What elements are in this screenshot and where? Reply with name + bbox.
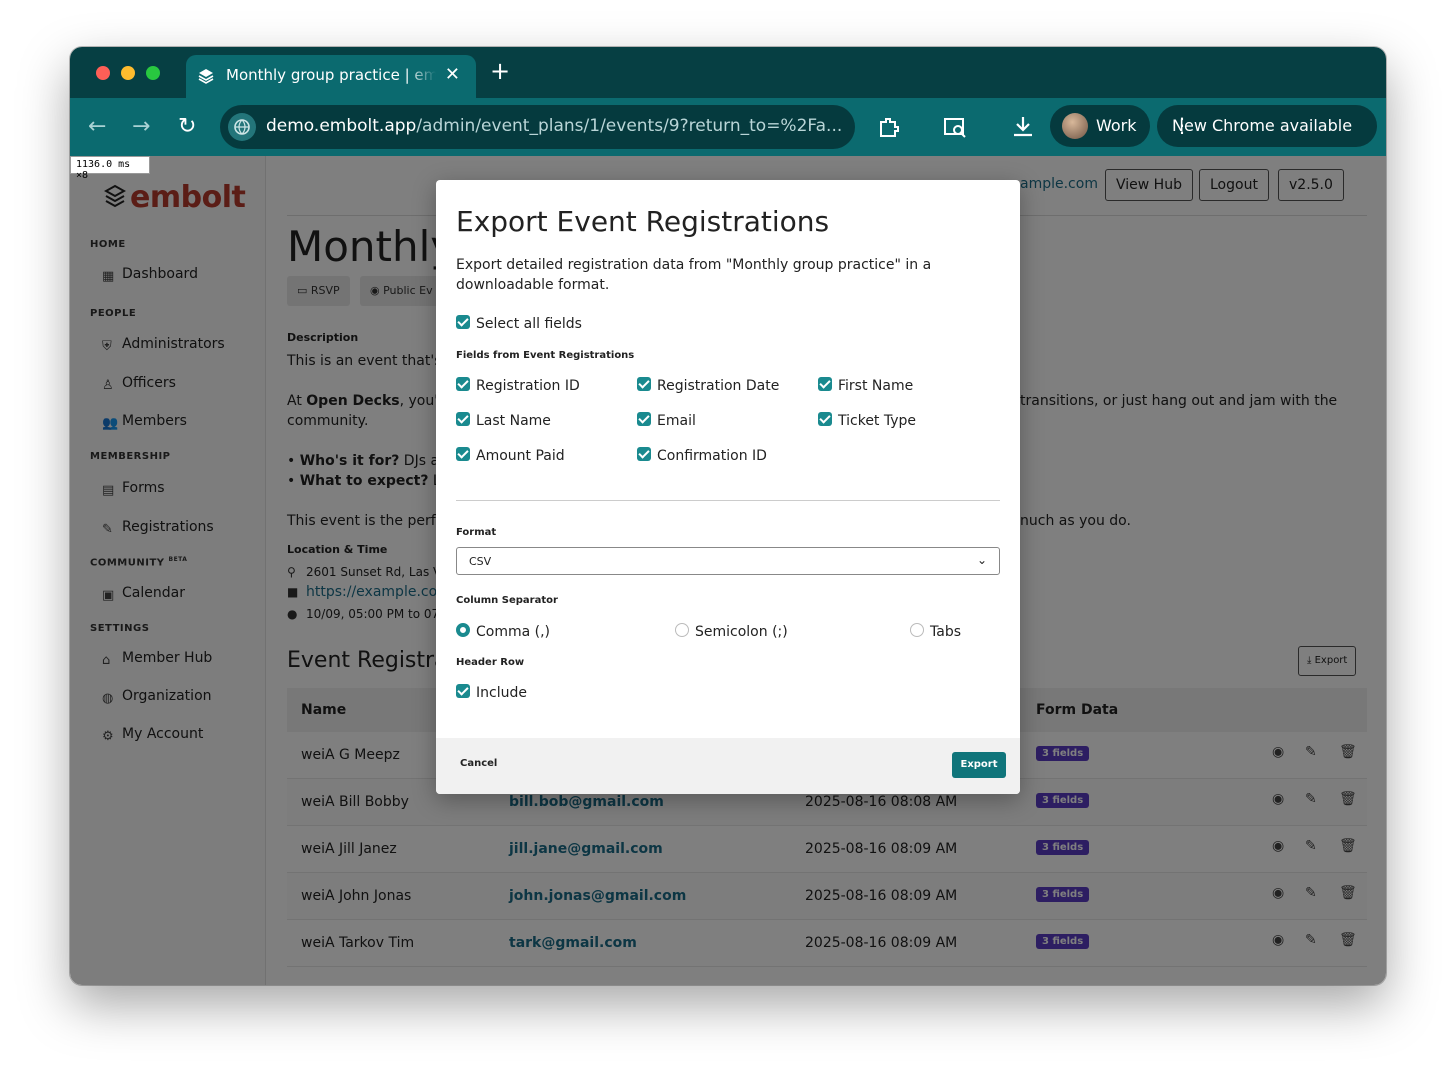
search-page-icon[interactable] [942,114,968,140]
header-row-label: Header Row [456,657,525,668]
semicolon-label: Semicolon (;) [695,624,788,640]
tab-title: Monthly group practice | embolt [226,66,436,84]
new-tab-button[interactable]: + [490,57,510,85]
dialog-description: Export detailed registration data from "… [456,257,932,293]
include-label: Include [476,685,527,701]
format-select[interactable]: CSV ⌄ [456,547,1000,575]
extension-icon[interactable] [876,114,902,140]
tabs-label: Tabs [930,624,961,640]
divider [456,500,1000,501]
field-checkbox[interactable] [818,412,832,426]
field-checkbox[interactable] [456,447,470,461]
select-all-label: Select all fields [476,316,582,332]
field-label: First Name [838,378,914,394]
url-text: demo.embolt.app/admin/event_plans/1/even… [266,116,842,136]
format-value: CSV [469,555,492,568]
select-all-checkbox[interactable] [456,315,470,329]
minimize-window-button[interactable] [121,66,135,80]
url-path: /admin/event_plans/1/events/9?return_to=… [416,116,843,136]
field-label: Email [657,413,696,429]
format-label: Format [456,527,497,538]
comma-label: Comma (,) [476,624,551,640]
address-bar[interactable]: demo.embolt.app/admin/event_plans/1/even… [220,105,855,149]
profile-label: Work [1096,116,1137,135]
field-checkbox[interactable] [637,377,651,391]
field-label: Registration ID [476,378,580,394]
menu-dots-icon[interactable]: ⋮ [1172,113,1363,137]
back-icon[interactable]: ← [88,114,106,139]
browser-window: Monthly group practice | embolt ✕ + ← → … [70,47,1386,985]
field-checkbox[interactable] [637,447,651,461]
chevron-down-icon: ⌄ [976,553,987,567]
dialog-footer: Cancel Export [436,738,1020,794]
field-checkbox[interactable] [818,377,832,391]
separator-label: Column Separator [456,595,558,606]
field-checkbox[interactable] [456,412,470,426]
field-label: Registration Date [657,378,780,394]
browser-tab[interactable]: Monthly group practice | embolt ✕ [186,55,476,98]
tabs-radio[interactable] [910,623,924,637]
field-checkbox[interactable] [456,377,470,391]
reload-icon[interactable]: ↻ [178,114,196,139]
export-button[interactable]: Export [952,752,1006,778]
download-icon[interactable] [1010,114,1036,140]
site-info-icon[interactable] [228,113,256,141]
update-chrome-button[interactable]: New Chrome available ⋮ [1157,105,1377,147]
forward-icon[interactable]: → [132,114,150,139]
semicolon-radio[interactable] [675,623,689,637]
tab-close-icon[interactable]: ✕ [445,64,460,85]
profile-button[interactable]: Work [1050,105,1150,147]
comma-radio[interactable] [456,623,470,637]
field-label: Confirmation ID [657,448,767,464]
browser-toolbar: ← → ↻ demo.embolt.app/admin/event_plans/… [70,98,1386,156]
include-header-checkbox[interactable] [456,684,470,698]
field-label: Last Name [476,413,551,429]
field-label: Ticket Type [838,413,917,429]
fields-heading: Fields from Event Registrations [456,350,635,361]
close-window-button[interactable] [96,66,110,80]
cancel-button[interactable]: Cancel [460,758,497,769]
avatar [1062,113,1088,139]
tab-bar: Monthly group practice | embolt ✕ + [70,47,1386,98]
url-host: demo.embolt.app [266,116,417,136]
layers-icon [198,69,214,84]
timing-overlay: 1136.0 ms ×8 [70,156,150,181]
field-label: Amount Paid [476,448,565,464]
field-checkbox[interactable] [637,412,651,426]
export-dialog: Export Event Registrations Export detail… [436,180,1020,794]
maximize-window-button[interactable] [146,66,160,80]
dialog-title: Export Event Registrations [456,205,830,238]
